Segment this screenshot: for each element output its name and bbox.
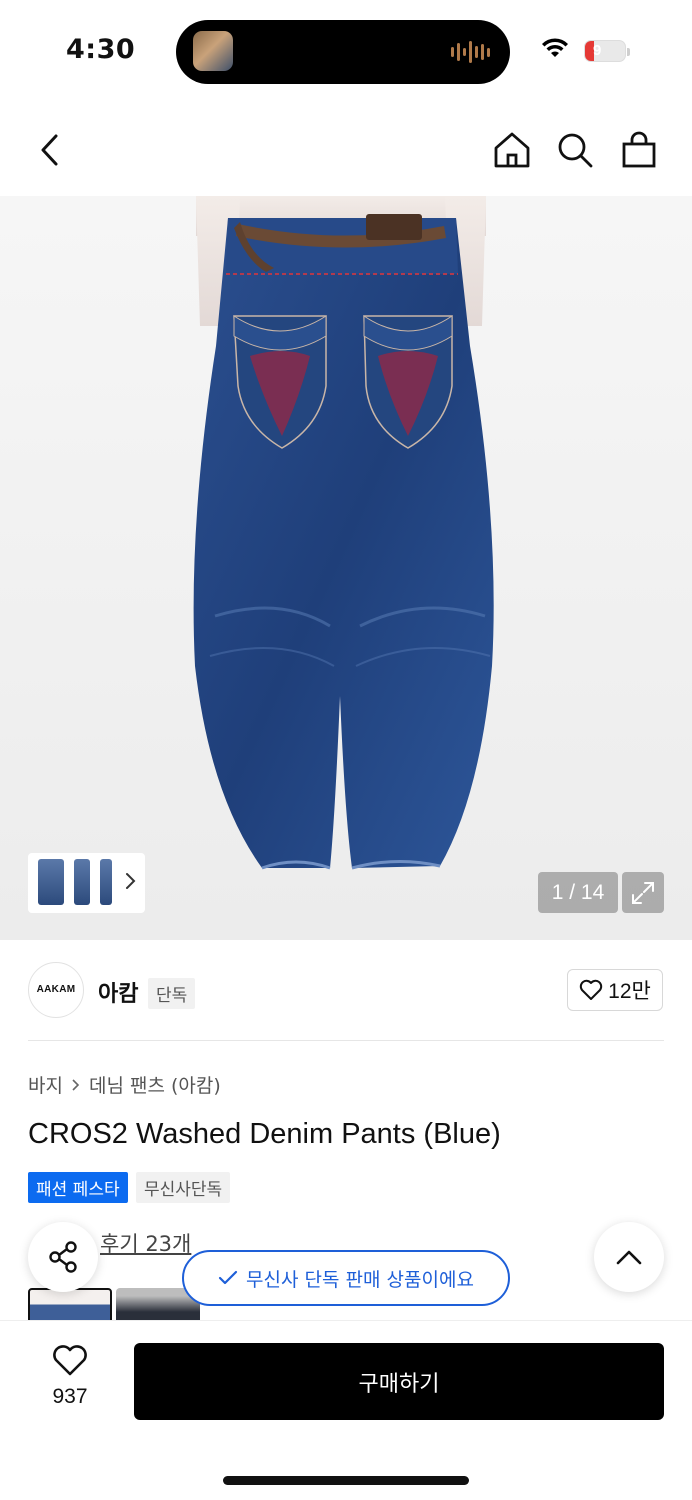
- chevron-right-icon: [72, 1078, 80, 1091]
- product-title: CROS2 Washed Denim Pants (Blue): [28, 1118, 501, 1150]
- product-image-carousel[interactable]: 1 / 14: [0, 196, 692, 940]
- breadcrumb: 바지 데님 팬츠 (아캄): [28, 1071, 221, 1098]
- home-button[interactable]: [492, 130, 532, 170]
- fullscreen-button[interactable]: [622, 872, 664, 913]
- exclusive-badge: 단독: [148, 978, 196, 1009]
- thumbnail-2[interactable]: [74, 859, 90, 905]
- toast-message: 무신사 단독 판매 상품이에요: [246, 1268, 474, 1291]
- breadcrumb-subcategory[interactable]: 데님 팬츠 (아캄): [89, 1071, 221, 1098]
- bottom-action-bar: 937 구매하기: [0, 1320, 692, 1500]
- search-icon: [558, 133, 593, 168]
- share-icon: [49, 1241, 77, 1273]
- now-playing-artwork: [193, 31, 233, 71]
- brand-logo[interactable]: AAKAM: [28, 962, 84, 1018]
- back-icon: [41, 134, 58, 166]
- brand-like-count: 12만: [608, 980, 651, 1003]
- back-button[interactable]: [30, 130, 70, 170]
- check-icon: [218, 1270, 238, 1285]
- exclusive-toast: 무신사 단독 판매 상품이에요: [182, 1250, 510, 1306]
- brand-name[interactable]: 아캄: [98, 976, 138, 1008]
- divider: [28, 1040, 664, 1041]
- heart-icon: [53, 1345, 87, 1376]
- heart-icon: [579, 979, 603, 1000]
- expand-icon: [632, 881, 654, 904]
- musinsa-exclusive-tag: 무신사단독: [136, 1172, 231, 1203]
- status-bar: 4:30 9: [0, 0, 692, 100]
- share-button[interactable]: [28, 1222, 98, 1292]
- status-time: 4:30: [66, 34, 136, 65]
- home-indicator[interactable]: [223, 1476, 469, 1485]
- chevron-up-icon: [616, 1250, 642, 1265]
- fashion-festa-tag: 패션 페스타: [28, 1172, 128, 1203]
- dynamic-island[interactable]: [176, 20, 510, 84]
- wishlist-count: 937: [52, 1385, 88, 1408]
- cart-button[interactable]: [619, 130, 659, 170]
- battery-level: 9: [593, 42, 602, 59]
- breadcrumb-category[interactable]: 바지: [28, 1071, 63, 1098]
- wifi-icon: [542, 38, 568, 57]
- review-link[interactable]: 후기 23개: [100, 1228, 191, 1258]
- audio-waveform-icon: [451, 41, 490, 63]
- buy-button[interactable]: 구매하기: [134, 1343, 664, 1420]
- search-button[interactable]: [555, 130, 595, 170]
- product-photo: [193, 196, 494, 870]
- thumbnail-1[interactable]: [38, 859, 64, 905]
- image-thumbnail-strip[interactable]: [28, 853, 145, 913]
- home-icon: [494, 132, 530, 168]
- scroll-top-button[interactable]: [594, 1222, 664, 1292]
- chevron-right-icon[interactable]: [125, 871, 137, 891]
- image-counter: 1 / 14: [538, 872, 618, 913]
- wishlist-button[interactable]: 937: [40, 1345, 100, 1409]
- bag-icon: [622, 131, 656, 168]
- thumbnail-3[interactable]: [100, 859, 112, 905]
- top-nav: [0, 100, 692, 196]
- battery-icon: 9: [584, 40, 630, 62]
- brand-like-button[interactable]: 12만: [567, 969, 663, 1011]
